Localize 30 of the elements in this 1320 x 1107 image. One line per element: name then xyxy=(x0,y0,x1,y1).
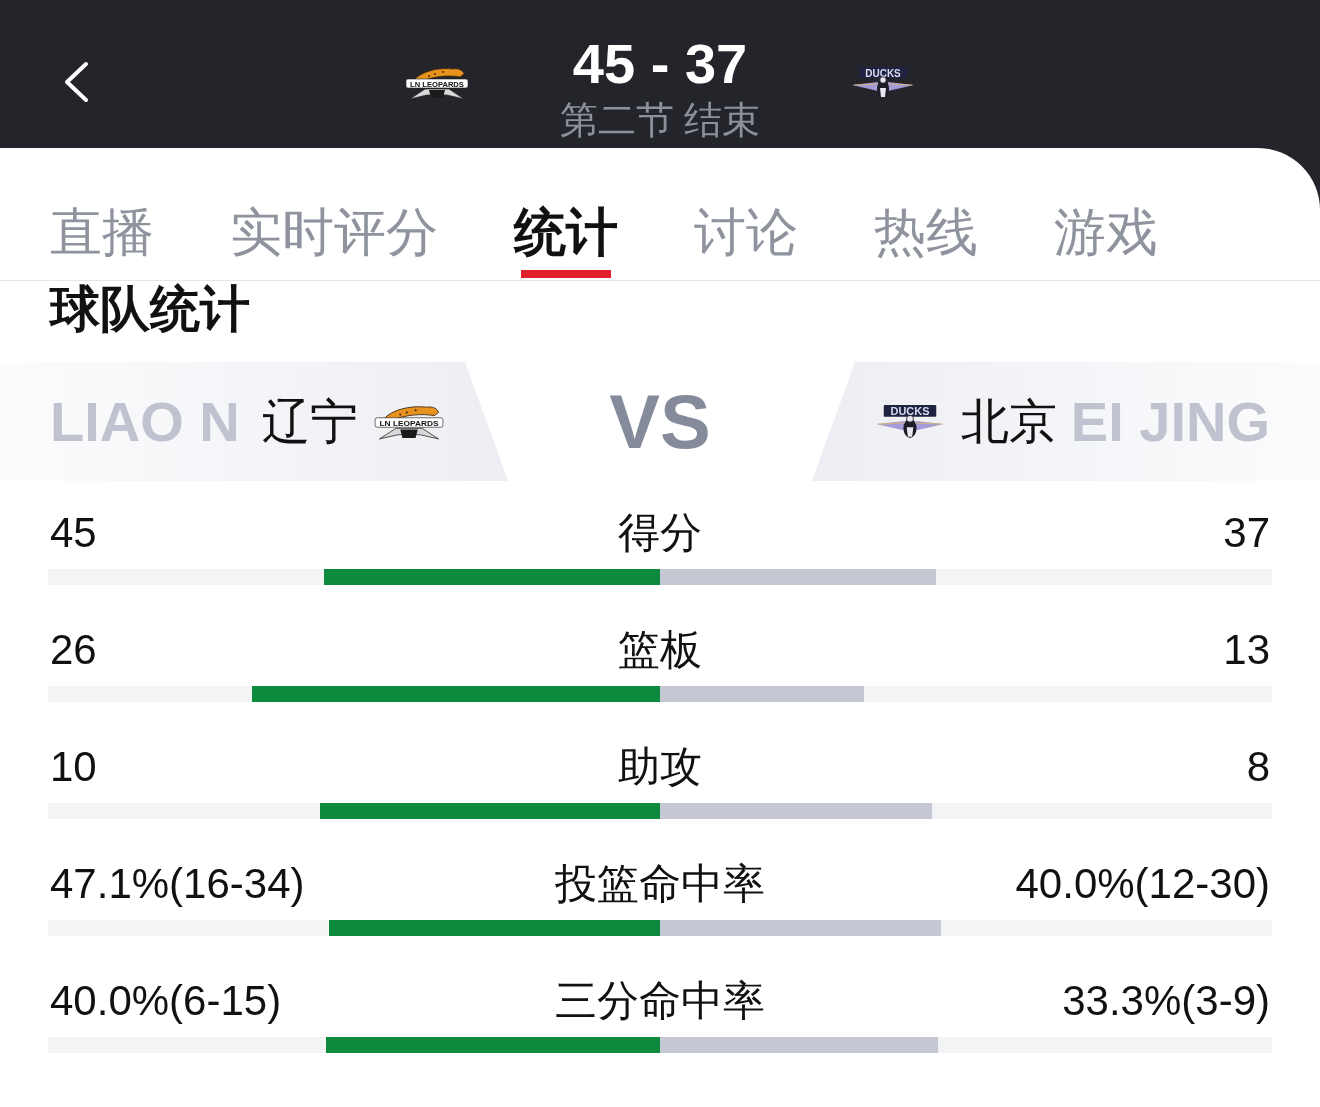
stat-value: 47.1%(16-34) xyxy=(50,859,305,909)
stat-value: 13 xyxy=(1223,625,1270,675)
score-text: 45 - 37 xyxy=(572,36,748,92)
section-title: 球队统计 xyxy=(48,281,250,337)
team-name: 辽宁 xyxy=(261,393,358,450)
stat-label: 篮板 xyxy=(618,625,702,675)
game-status: 第二节 结束 xyxy=(559,98,761,143)
stat-value: 26 xyxy=(50,625,97,675)
tab[interactable]: 讨论 xyxy=(694,148,798,280)
tab[interactable]: 统计 xyxy=(514,148,618,280)
tab[interactable]: 实时评分 xyxy=(230,148,438,280)
tab[interactable]: 游戏 xyxy=(1054,148,1158,280)
team-name: 北京 xyxy=(960,393,1057,450)
stat-label: 投篮命中率 xyxy=(555,859,765,909)
team-logo: DUCKS xyxy=(874,403,945,440)
stat-value: 8 xyxy=(1246,742,1270,792)
stat-value: 45 xyxy=(50,508,97,558)
stat-value: 37 xyxy=(1223,508,1270,558)
tab[interactable]: 直播 xyxy=(50,148,154,280)
chevron-left-icon xyxy=(62,61,90,103)
stat-label: 助攻 xyxy=(618,742,702,792)
stat-value: 40.0%(12-30) xyxy=(1015,859,1270,909)
stat-label: 三分命中率 xyxy=(555,976,765,1026)
team-logo: DUCKS xyxy=(851,66,916,100)
stat-value: 33.3%(3-9) xyxy=(1062,976,1270,1026)
stat-value: 10 xyxy=(50,742,97,792)
stat-value: 40.0%(6-15) xyxy=(50,976,282,1026)
stat-label: 得分 xyxy=(618,508,702,558)
tab[interactable]: 热线 xyxy=(874,148,978,280)
vs-text: VS xyxy=(609,383,711,460)
